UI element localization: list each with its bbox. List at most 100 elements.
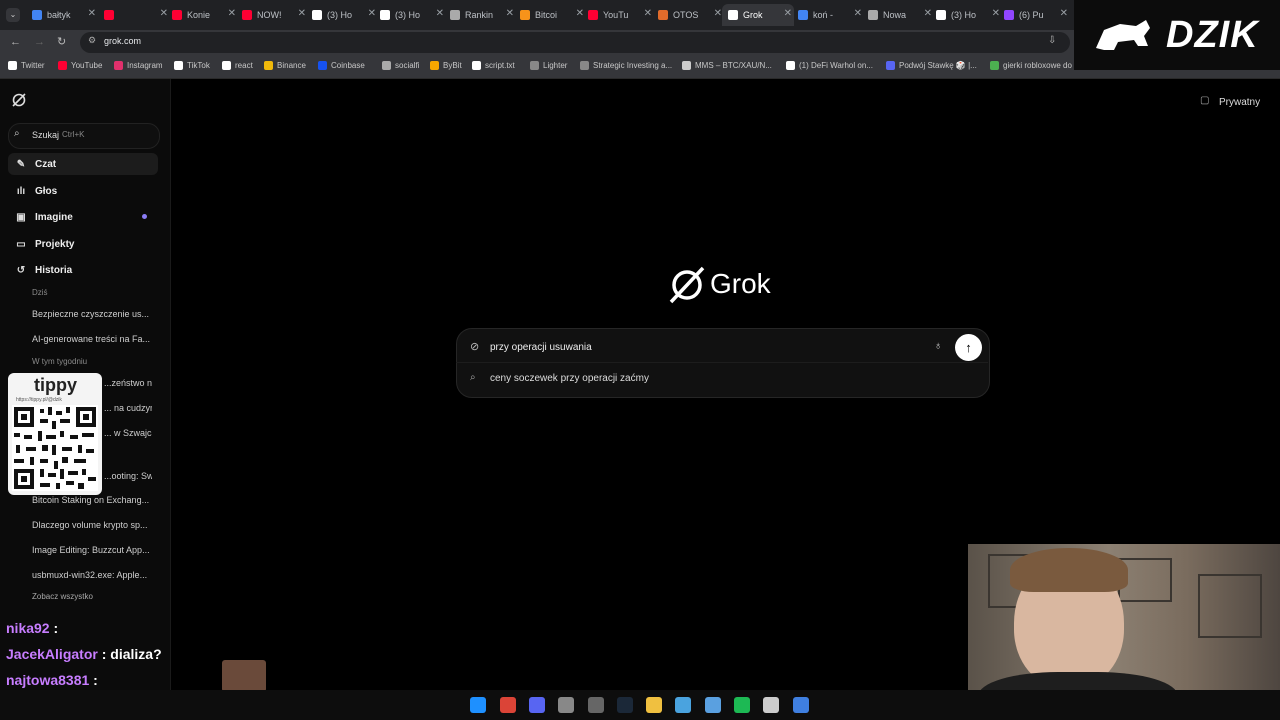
streamer-hair [1010,548,1128,592]
close-tab-icon[interactable]: ✕ [1060,8,1068,19]
sidebar-item-projekty[interactable]: ▭ Projekty [8,233,158,255]
private-chat-toggle[interactable]: Prywatny [1219,97,1260,108]
tab-favicon-icon [868,10,878,20]
history-item[interactable]: AI-generowane treści na Fa... [32,334,150,344]
bookmark-item[interactable]: Podwój Stawkę 🎲 |... [886,61,977,70]
bookmark-label: react [235,61,253,70]
discord-icon[interactable] [529,697,545,713]
history-item[interactable]: ...zeństwo na s... [104,378,152,388]
send-button[interactable]: ↑ [955,334,982,361]
bookmark-item[interactable]: script.txt [472,61,515,70]
site-info-icon[interactable]: ⚙ [88,35,96,46]
bookmark-item[interactable]: MMS – BTC/XAU/N... [682,61,772,70]
reload-icon[interactable]: ↻ [57,35,66,48]
tab-item[interactable]: (6) Pu ✕ [998,4,1070,26]
sidebar-item-historia[interactable]: ↺ Historia [8,259,158,281]
tab-item[interactable]: (3) Ho ✕ [374,4,446,26]
tab-item[interactable]: Rankin ✕ [444,4,516,26]
bookmark-favicon-icon [114,61,123,70]
notepad-icon[interactable] [763,697,779,713]
windows-start-icon[interactable] [470,697,486,713]
obs-icon[interactable] [588,697,604,713]
close-tab-icon[interactable]: ✕ [228,8,236,19]
install-app-icon[interactable]: ⇩ [1048,35,1056,46]
bookmark-item[interactable]: YouTube [58,61,102,70]
bookmark-item[interactable]: Strategic Investing a... [580,61,672,70]
forward-icon[interactable]: → [34,36,45,48]
bookmark-label: (1) DeFi Warhol on... [799,61,873,70]
close-tab-icon[interactable]: ✕ [436,8,444,19]
tab-item[interactable]: bałtyk ✕ [26,4,98,26]
history-item[interactable]: Bezpieczne czyszczenie us... [32,309,150,319]
bookmark-item[interactable]: ByBit [430,61,462,70]
suggestion-item[interactable]: ceny soczewek przy operacji zaćmy [490,373,649,384]
search-icon: ⌕ [470,372,476,383]
bookmark-item[interactable]: gierki robloxowe do [990,61,1072,70]
tab-favicon-icon [658,10,668,20]
bookmark-item[interactable]: Coinbase [318,61,365,70]
bookmark-item[interactable]: (1) DeFi Warhol on... [786,61,873,70]
bookmark-label: Podwój Stawkę 🎲 |... [899,61,977,70]
close-tab-icon[interactable]: ✕ [714,8,722,19]
xmind-icon[interactable] [793,697,809,713]
history-item[interactable]: Image Editing: Buzzcut App... [32,545,150,555]
bookmark-item[interactable]: react [222,61,253,70]
history-item[interactable]: ... na cudzym... [104,403,152,413]
tab-favicon-icon [1004,10,1014,20]
spotify-icon[interactable] [734,697,750,713]
bookmark-item[interactable]: Lighter [530,61,567,70]
sidebar-item-glos[interactable]: ılı Głos [8,180,158,202]
bookmark-favicon-icon [472,61,481,70]
think-bulb-icon[interactable]: ♁ [934,340,942,352]
history-item[interactable]: Bitcoin Staking on Exchang... [32,495,150,505]
tab-item[interactable]: NOW! ✕ [236,4,308,26]
see-all-link[interactable]: Zobacz wszystko [32,592,93,601]
ccleaner-icon[interactable] [675,697,691,713]
close-tab-icon[interactable]: ✕ [784,8,792,19]
network-icon[interactable] [705,697,721,713]
sidebar-item-imagine[interactable]: ▣ Imagine [8,206,158,228]
history-item[interactable]: Dlaczego volume krypto sp... [32,520,150,530]
sidebar-item-czat[interactable]: ✎ Czat [8,153,158,175]
folder-icon[interactable] [646,697,662,713]
tab-item[interactable]: Grok ✕ [722,4,794,26]
tab-item[interactable]: (3) Ho ✕ [930,4,1002,26]
prompt-input[interactable]: przy operacji usuwania [490,342,592,353]
bookmark-item[interactable]: TikTok [174,61,210,70]
tab-favicon-icon [588,10,598,20]
search-shortcut: Ctrl+K [62,130,85,139]
back-icon[interactable]: ← [10,36,21,48]
bookmark-item[interactable]: Twitter [8,61,45,70]
tab-item[interactable]: Konie ✕ [166,4,238,26]
bookmark-favicon-icon [318,61,327,70]
tab-item[interactable]: OTOS ✕ [652,4,724,26]
bookmark-item[interactable]: Binance [264,61,306,70]
history-item[interactable]: ...ooting: Sw... [104,471,152,481]
chrome-icon[interactable] [500,697,516,713]
app-icon[interactable] [558,697,574,713]
tab-search-chevron-icon[interactable]: ⌄ [6,8,20,22]
grok-logo-icon[interactable] [11,92,27,113]
tab-item[interactable]: ✕ [98,4,170,26]
private-chat-icon[interactable]: ▢ [1200,95,1209,106]
close-tab-icon[interactable]: ✕ [506,8,514,19]
steam-icon[interactable] [617,697,633,713]
bookmark-item[interactable]: Instagram [114,61,163,70]
close-tab-icon[interactable]: ✕ [854,8,862,19]
address-bar[interactable] [80,32,1070,53]
close-tab-icon[interactable]: ✕ [298,8,306,19]
tab-item[interactable]: Nowa ✕ [862,4,934,26]
bookmark-item[interactable]: socialfi [382,61,419,70]
tab-item[interactable]: YouTu ✕ [582,4,654,26]
tab-label: (6) Pu [1019,10,1044,20]
history-item[interactable]: usbmuxd-win32.exe: Apple... [32,570,150,580]
bookmark-label: Twitter [21,61,45,70]
history-item[interactable]: ... w Szwajca... [104,428,152,438]
attach-icon[interactable]: ⊘ [470,340,479,353]
close-tab-icon[interactable]: ✕ [88,8,96,19]
tab-item[interactable]: (3) Ho ✕ [306,4,378,26]
tab-item[interactable]: koń - ✕ [792,4,864,26]
close-tab-icon[interactable]: ✕ [644,8,652,19]
tab-item[interactable]: Bitcoi ✕ [514,4,586,26]
bookmark-favicon-icon [222,61,231,70]
